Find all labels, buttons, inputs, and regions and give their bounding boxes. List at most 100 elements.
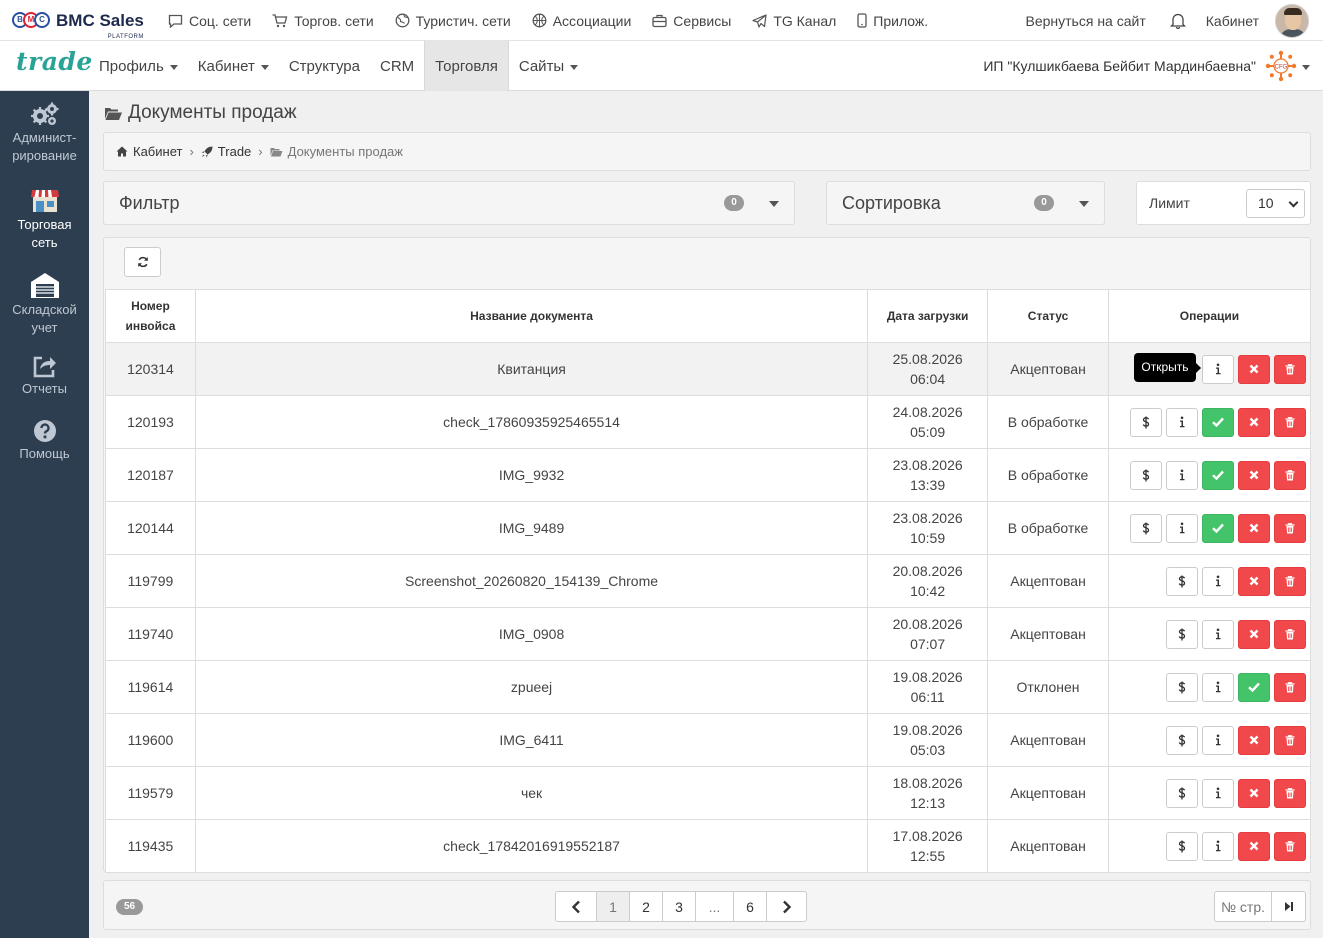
nav-item-sites[interactable]: Сайты (509, 41, 588, 91)
pay-button[interactable] (1130, 513, 1162, 543)
accept-button[interactable] (1202, 407, 1234, 437)
refresh-button[interactable] (124, 247, 161, 277)
nav-item-crm[interactable]: CRM (370, 41, 424, 91)
cell-document-name[interactable]: IMG_6411 (194, 713, 869, 767)
accept-button[interactable] (1238, 672, 1270, 702)
info-button[interactable] (1166, 460, 1198, 490)
info-button[interactable] (1202, 831, 1234, 861)
table-row[interactable]: 119740 IMG_0908 20.08.2026 07:07 Акцептован (105, 607, 1312, 661)
delete-button[interactable] (1274, 407, 1306, 437)
delete-button[interactable] (1274, 460, 1306, 490)
cabinet-link[interactable]: Кабинет (1206, 13, 1259, 29)
delete-button[interactable] (1274, 566, 1306, 596)
cell-document-name[interactable]: чек (194, 766, 869, 820)
top-link-tg-channel[interactable]: TG Канал (752, 13, 836, 29)
top-link-associations[interactable]: Ассоциации (532, 13, 631, 29)
page-button-2[interactable]: 2 (629, 892, 662, 921)
accept-button[interactable] (1202, 513, 1234, 543)
pay-button[interactable] (1166, 831, 1198, 861)
delete-button[interactable] (1274, 831, 1306, 861)
nav-item-profile[interactable]: Профиль (89, 41, 188, 91)
user-avatar[interactable] (1275, 3, 1309, 38)
prev-page-button[interactable] (556, 892, 596, 921)
breadcrumb-cabinet[interactable]: Кабинет (116, 144, 182, 159)
org-switcher[interactable]: ИП "Кулшикбаева Бейбит Мардинбаевна" CFG (983, 41, 1310, 91)
table-row[interactable]: 120187 IMG_9932 23.08.2026 13:39 В обработке (105, 448, 1312, 502)
pay-button[interactable] (1166, 566, 1198, 596)
table-row[interactable]: 119579 чек 18.08.2026 12:13 Акцептован (105, 766, 1312, 820)
pay-button[interactable] (1166, 672, 1198, 702)
filter-panel[interactable]: Фильтр 0 (103, 181, 795, 225)
page-button-3[interactable]: 3 (662, 892, 695, 921)
reject-button[interactable] (1238, 407, 1270, 437)
next-page-button[interactable] (766, 892, 806, 921)
table-row[interactable]: 119600 IMG_6411 19.08.2026 05:03 Акцептован (105, 713, 1312, 767)
goto-page-input[interactable]: № стр. (1215, 892, 1271, 921)
delete-button[interactable] (1274, 725, 1306, 755)
nav-item-structure[interactable]: Структура (279, 41, 370, 91)
top-link-apps[interactable]: Прилож. (857, 13, 928, 29)
sidebar-item-trade-network[interactable]: Торговая сеть (0, 186, 89, 252)
reject-button[interactable] (1238, 460, 1270, 490)
info-button[interactable] (1202, 619, 1234, 649)
cell-document-name[interactable]: IMG_0908 (194, 607, 869, 661)
sidebar-item-warehouse[interactable]: Складской учет (0, 271, 89, 337)
pay-button[interactable] (1130, 460, 1162, 490)
table-row[interactable]: 119435 check_17842016919552187 17.08.2026 1… (105, 819, 1312, 873)
table-row[interactable]: 120193 check_17860935925465514 24.08.2026 0… (105, 395, 1312, 449)
info-button[interactable] (1202, 725, 1234, 755)
delete-button[interactable] (1274, 513, 1306, 543)
brand-logo[interactable]: B M C BMC Sales PLATFORM (12, 8, 144, 40)
accept-button[interactable] (1202, 460, 1234, 490)
header-date[interactable]: Дата загрузки (867, 289, 989, 343)
header-invoice[interactable]: Номер инвойса (105, 289, 196, 343)
table-row[interactable]: 120314 Квитанция 25.08.2026 06:04 Акцептован (105, 342, 1312, 396)
info-button[interactable] (1166, 407, 1198, 437)
table-row[interactable]: 119614 zpueej 19.08.2026 06:11 Отклонен (105, 660, 1312, 714)
cell-document-name[interactable]: zpueej (194, 660, 869, 714)
info-button[interactable] (1202, 778, 1234, 808)
reject-button[interactable] (1238, 725, 1270, 755)
reject-button[interactable] (1238, 831, 1270, 861)
page-button-6[interactable]: 6 (733, 892, 766, 921)
sort-panel[interactable]: Сортировка 0 (826, 181, 1105, 225)
page-button-1[interactable]: 1 (596, 892, 629, 921)
info-button[interactable] (1202, 672, 1234, 702)
delete-button[interactable] (1274, 672, 1306, 702)
sidebar-item-administration[interactable]: Админист- рирование (0, 101, 89, 165)
table-row[interactable]: 119799 Screenshot_20260820_154139_Chrome 2… (105, 554, 1312, 608)
cell-document-name[interactable]: Screenshot_20260820_154139_Chrome (194, 554, 869, 608)
nav-item-cabinet[interactable]: Кабинет (188, 41, 279, 91)
cell-document-name[interactable]: IMG_9932 (194, 448, 869, 502)
goto-page-button[interactable] (1271, 892, 1305, 921)
back-to-site-link[interactable]: Вернуться на сайт (1026, 13, 1146, 29)
cell-document-name[interactable]: check_17860935925465514 (194, 395, 869, 449)
sidebar-item-help[interactable]: Помощь (0, 419, 89, 463)
limit-select[interactable]: 10 (1246, 189, 1305, 218)
table-row[interactable]: 120144 IMG_9489 23.08.2026 10:59 В обработке (105, 501, 1312, 555)
reject-button[interactable] (1238, 513, 1270, 543)
cell-document-name[interactable]: check_17842016919552187 (194, 819, 869, 873)
info-button[interactable] (1202, 566, 1234, 596)
header-name[interactable]: Название документа (194, 289, 869, 343)
info-button[interactable] (1202, 354, 1234, 384)
top-link-tourism[interactable]: Туристич. сети (395, 13, 511, 29)
reject-button[interactable] (1238, 566, 1270, 596)
reject-button[interactable] (1238, 354, 1270, 384)
cell-document-name[interactable]: IMG_9489 (194, 501, 869, 555)
delete-button[interactable] (1274, 354, 1306, 384)
info-button[interactable] (1166, 513, 1198, 543)
pay-button[interactable] (1166, 619, 1198, 649)
bell-icon[interactable] (1169, 12, 1186, 29)
cell-document-name[interactable]: Квитанция (194, 342, 869, 396)
header-status[interactable]: Статус (987, 289, 1109, 343)
delete-button[interactable] (1274, 778, 1306, 808)
sidebar-item-reports[interactable]: Отчеты (0, 354, 89, 398)
reject-button[interactable] (1238, 778, 1270, 808)
pay-button[interactable] (1130, 407, 1162, 437)
top-link-trade[interactable]: Торгов. сети (272, 13, 374, 29)
pay-button[interactable] (1166, 778, 1198, 808)
breadcrumb-trade[interactable]: Trade (201, 144, 251, 159)
reject-button[interactable] (1238, 619, 1270, 649)
trade-logo[interactable]: trade (16, 47, 93, 76)
